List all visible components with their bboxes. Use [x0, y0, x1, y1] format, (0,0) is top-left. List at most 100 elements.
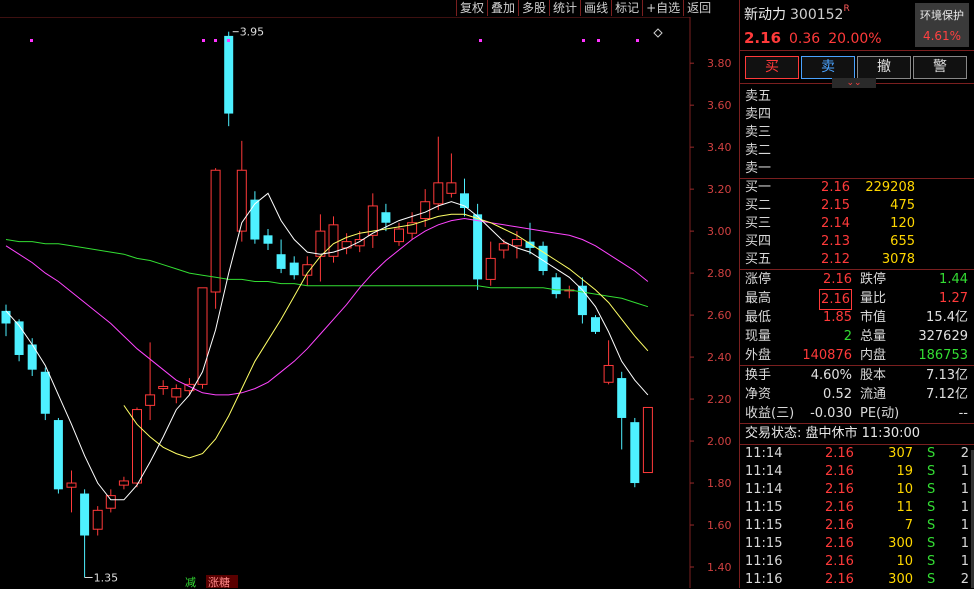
candle-body-up [197, 287, 208, 385]
candle-body-down [263, 235, 273, 244]
tick-price: 2.16 [825, 572, 854, 587]
quote-panel: 新动力 300152R 2.16 0.36 20.00% 环境保护 4.61% 买 卖… [739, 0, 974, 588]
tick-side: S [927, 482, 936, 497]
last-price: 2.16 [744, 29, 782, 47]
tick-row: 11:14 2.16 10 S 1 [740, 481, 974, 499]
ask-row[interactable]: 卖四 [740, 106, 974, 124]
candle-body-up [315, 230, 326, 257]
candle-body-down [276, 254, 286, 269]
tick-side: S [927, 518, 936, 533]
candle-body-down [551, 277, 561, 295]
ask-row[interactable]: 卖三 [740, 124, 974, 142]
candle-body-up [210, 169, 221, 293]
tick-price: 2.16 [825, 446, 854, 461]
stat-value: -0.030 [810, 406, 852, 421]
stat-label: 换手 [745, 368, 772, 383]
ask-row[interactable]: 卖二 [740, 142, 974, 160]
candle-body-down [381, 212, 391, 223]
candle-body-up [642, 406, 653, 474]
bid-label: 买一 [745, 180, 772, 195]
stat-value: 15.4亿 [926, 310, 968, 325]
stat-label: 外盘 [745, 348, 772, 363]
toolbar-button[interactable]: 复权 [456, 0, 488, 16]
candle-body-down [617, 378, 627, 418]
stat-value: 186753 [918, 348, 968, 363]
price-change-pct: 20.00% [828, 31, 882, 47]
toolbar-button[interactable]: 返回 [683, 0, 715, 16]
y-tick-label: 3.20 [707, 183, 732, 196]
bid-row[interactable]: 买一 2.16 229208 [740, 179, 974, 197]
bid-price: 2.14 [821, 216, 850, 231]
sell-button[interactable]: 卖 [801, 56, 855, 79]
stat-value: 140876 [802, 348, 852, 363]
candle-body-up [498, 243, 509, 251]
low-label: 1.35 [94, 572, 119, 585]
stat-value: 327629 [918, 329, 968, 344]
tick-time: 11:16 [745, 572, 783, 587]
candle-body-up [446, 182, 457, 194]
stat-label: 涨停 [745, 272, 772, 287]
tick-row: 11:14 2.16 19 S 1 [740, 463, 974, 481]
stat-label: 最低 [745, 310, 772, 325]
y-tick-label: 1.80 [707, 477, 732, 490]
bid-row[interactable]: 买四 2.13 655 [740, 233, 974, 251]
trade-status: 交易状态: 盘中休市 11:30:00 [745, 426, 921, 441]
ma5-line [5, 192, 649, 501]
toolbar-button[interactable]: 统计 [549, 0, 581, 16]
bid-volume: 120 [890, 216, 915, 231]
y-tick-label: 3.60 [707, 99, 732, 112]
stat-row: 最低 1.85 市值 15.4亿 [740, 308, 974, 327]
stat-value: 7.13亿 [926, 368, 968, 383]
candle-body-down [40, 371, 50, 414]
toolbar-button[interactable]: 多股 [518, 0, 550, 16]
alert-button[interactable]: 警 [913, 56, 967, 79]
stats-block: 涨停 2.16 跌停 1.44 最高 2.16 量比 1.27 最低 1.85 市值 15.4亿 现量 2… [740, 270, 974, 365]
toolbar-button[interactable]: +自选 [642, 0, 684, 16]
stat-value: 1.44 [939, 272, 968, 287]
stat-value: 4.60% [810, 368, 852, 383]
tick-side: S [927, 572, 936, 587]
candle-body-up [118, 480, 129, 486]
margin-badge: R [843, 4, 850, 14]
candle-body-up [511, 239, 522, 247]
y-tick-label: 3.80 [707, 57, 732, 70]
bid-row[interactable]: 买二 2.15 475 [740, 197, 974, 215]
tick-side: S [927, 536, 936, 551]
tick-price: 2.16 [825, 464, 854, 479]
event-dot [227, 39, 230, 42]
tick-price: 2.16 [825, 554, 854, 569]
toolbar-button[interactable]: 标记 [611, 0, 643, 16]
ask-row[interactable]: 卖五 [740, 88, 974, 106]
buy-button[interactable]: 买 [745, 56, 799, 79]
candle-body-up [171, 388, 182, 398]
ask-label: 卖一 [745, 161, 772, 176]
quote-header: 新动力 300152R 2.16 0.36 20.00% 环境保护 4.61% [740, 0, 974, 51]
stat-row: 涨停 2.16 跌停 1.44 [740, 270, 974, 289]
y-tick-label: 3.40 [707, 141, 732, 154]
chart-toolbar: 复权 叠加 多股 统计 画线 标记 +自选 返回 [456, 0, 715, 17]
tick-price: 2.16 [825, 500, 854, 515]
bid-volume: 3078 [881, 252, 915, 267]
bid-row[interactable]: 买五 2.12 3078 [740, 251, 974, 269]
event-dot [597, 39, 600, 42]
y-tick-label: 2.40 [707, 351, 732, 364]
cancel-order-button[interactable]: 撤 [857, 56, 911, 79]
high-label: 3.95 [240, 26, 265, 39]
kline-chart[interactable]: 3.80 3.60 3.40 3.20 3.00 2.80 2.60 2.40 2.20 2.00… [0, 17, 738, 588]
tick-price: 2.16 [825, 482, 854, 497]
tick-price: 2.16 [825, 536, 854, 551]
y-tick-label: 1.60 [707, 519, 732, 532]
candle-body-up [158, 385, 169, 390]
ask-row[interactable]: 卖一 [740, 160, 974, 178]
tick-list[interactable]: 11:14 2.16 307 S 2 11:14 2.16 19 S 1 11:14 2.16 10 S 1… [740, 445, 974, 589]
sector-name: 环境保护 [920, 9, 964, 22]
bid-row[interactable]: 买三 2.14 120 [740, 215, 974, 233]
sector-box[interactable]: 环境保护 4.61% [915, 3, 969, 47]
toolbar-button[interactable]: 画线 [580, 0, 612, 16]
candle-body-down [525, 241, 535, 248]
stat-label: 跌停 [860, 272, 887, 287]
toolbar-button[interactable]: 叠加 [487, 0, 519, 16]
tick-count: 1 [960, 536, 969, 551]
y-tick-label: 2.80 [707, 267, 732, 280]
event-dot [636, 39, 639, 42]
